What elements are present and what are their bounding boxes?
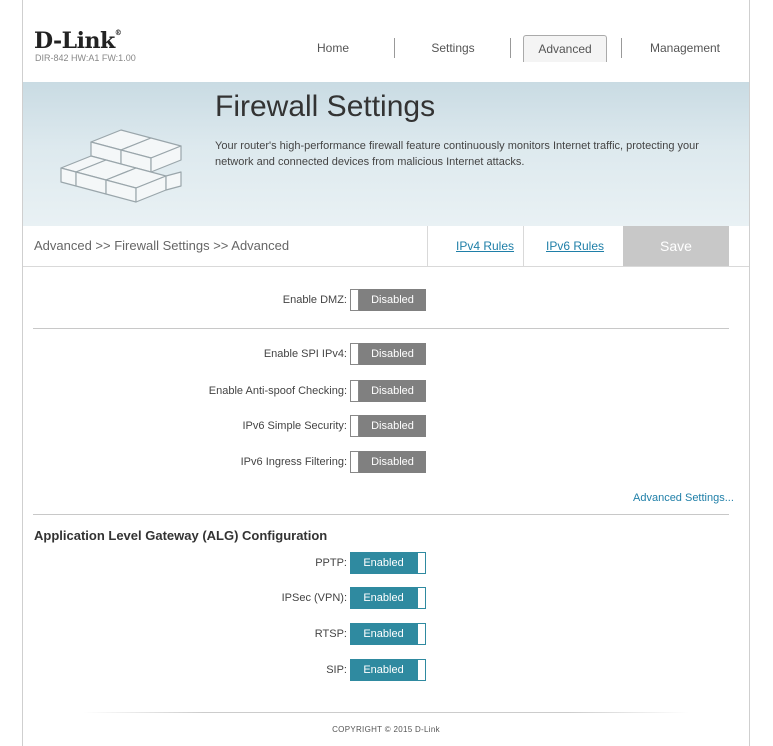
toggle-state: Enabled bbox=[350, 587, 417, 609]
rtsp-label: RTSP: bbox=[314, 628, 347, 640]
nav-separator bbox=[394, 38, 395, 58]
toggle-state: Enabled bbox=[350, 552, 417, 574]
tab-separator bbox=[427, 226, 428, 266]
model-info: DIR-842 HW:A1 FW:1.00 bbox=[35, 53, 136, 63]
toggle-state: Disabled bbox=[359, 451, 426, 473]
page-description: Your router's high-performance firewall … bbox=[215, 140, 699, 168]
toggle-state: Disabled bbox=[359, 380, 426, 402]
page-title: Firewall Settings bbox=[215, 90, 436, 123]
toggle-knob bbox=[350, 289, 359, 311]
spi-ipv4-row: Enable SPI IPv4: Disabled bbox=[23, 343, 749, 367]
ipv6-simple-security-label: IPv6 Simple Security: bbox=[242, 420, 347, 432]
toggle-state: Disabled bbox=[359, 415, 426, 437]
tab-ipv4-rules[interactable]: IPv4 Rules bbox=[456, 239, 514, 253]
tab-separator bbox=[523, 226, 524, 266]
nav-separator bbox=[510, 38, 511, 58]
save-button[interactable]: Save bbox=[623, 226, 729, 266]
dmz-label: Enable DMZ: bbox=[282, 294, 347, 306]
spi-ipv4-label: Enable SPI IPv4: bbox=[263, 348, 347, 360]
footer-divider bbox=[83, 712, 689, 713]
anti-spoof-label: Enable Anti-spoof Checking: bbox=[208, 385, 347, 397]
toggle-state: Enabled bbox=[350, 659, 417, 681]
sip-toggle[interactable]: Enabled bbox=[350, 659, 426, 681]
toggle-state: Disabled bbox=[359, 289, 426, 311]
toggle-knob bbox=[417, 623, 426, 645]
rtsp-row: RTSP: Enabled bbox=[23, 623, 749, 647]
copyright: COPYRIGHT © 2015 D-Link bbox=[332, 725, 440, 734]
sip-row: SIP: Enabled bbox=[23, 659, 749, 683]
toggle-knob bbox=[350, 451, 359, 473]
nav-home[interactable]: Home bbox=[293, 35, 373, 61]
anti-spoof-toggle[interactable]: Disabled bbox=[350, 380, 426, 402]
divider bbox=[33, 328, 729, 329]
ipv6-ingress-label: IPv6 Ingress Filtering: bbox=[240, 456, 347, 468]
ipv6-simple-security-toggle[interactable]: Disabled bbox=[350, 415, 426, 437]
nav-management[interactable]: Management bbox=[635, 35, 735, 61]
advanced-settings-link[interactable]: Advanced Settings... bbox=[633, 492, 734, 504]
nav-advanced[interactable]: Advanced bbox=[523, 35, 607, 62]
alg-section-title: Application Level Gateway (ALG) Configur… bbox=[34, 528, 328, 543]
divider bbox=[33, 514, 729, 515]
ipv6-ingress-toggle[interactable]: Disabled bbox=[350, 451, 426, 473]
page-frame: D-Link® DIR-842 HW:A1 FW:1.00 Home Setti… bbox=[22, 0, 750, 746]
ipsec-toggle[interactable]: Enabled bbox=[350, 587, 426, 609]
spi-ipv4-toggle[interactable]: Disabled bbox=[350, 343, 426, 365]
sip-label: SIP: bbox=[326, 664, 347, 676]
dmz-row: Enable DMZ: Disabled bbox=[23, 289, 749, 313]
ipsec-label: IPSec (VPN): bbox=[281, 592, 347, 604]
breadcrumb-bar: Advanced >> Firewall Settings >> Advance… bbox=[23, 226, 749, 267]
toggle-knob bbox=[350, 343, 359, 365]
anti-spoof-row: Enable Anti-spoof Checking: Disabled bbox=[23, 380, 749, 404]
ipsec-row: IPSec (VPN): Enabled bbox=[23, 587, 749, 611]
pptp-label: PPTP: bbox=[315, 557, 347, 569]
brick-wall-icon bbox=[60, 129, 182, 203]
nav-settings[interactable]: Settings bbox=[415, 35, 491, 61]
toggle-knob bbox=[417, 659, 426, 681]
dlink-logo: D-Link® bbox=[34, 28, 122, 54]
header: D-Link® DIR-842 HW:A1 FW:1.00 Home Setti… bbox=[23, 0, 749, 82]
pptp-row: PPTP: Enabled bbox=[23, 552, 749, 576]
banner: Firewall Settings Your router's high-per… bbox=[23, 82, 749, 226]
toggle-knob bbox=[417, 587, 426, 609]
logo-text: D-Link bbox=[34, 28, 115, 54]
pptp-toggle[interactable]: Enabled bbox=[350, 552, 426, 574]
toggle-state: Disabled bbox=[359, 343, 426, 365]
breadcrumb: Advanced >> Firewall Settings >> Advance… bbox=[34, 238, 290, 253]
toggle-knob bbox=[350, 415, 359, 437]
toggle-knob bbox=[350, 380, 359, 402]
tab-ipv6-rules[interactable]: IPv6 Rules bbox=[546, 239, 604, 253]
toggle-knob bbox=[417, 552, 426, 574]
nav-separator bbox=[621, 38, 622, 58]
toggle-state: Enabled bbox=[350, 623, 417, 645]
ipv6-ingress-row: IPv6 Ingress Filtering: Disabled bbox=[23, 451, 749, 475]
rtsp-toggle[interactable]: Enabled bbox=[350, 623, 426, 645]
ipv6-simple-security-row: IPv6 Simple Security: Disabled bbox=[23, 415, 749, 439]
dmz-toggle[interactable]: Disabled bbox=[350, 289, 426, 311]
